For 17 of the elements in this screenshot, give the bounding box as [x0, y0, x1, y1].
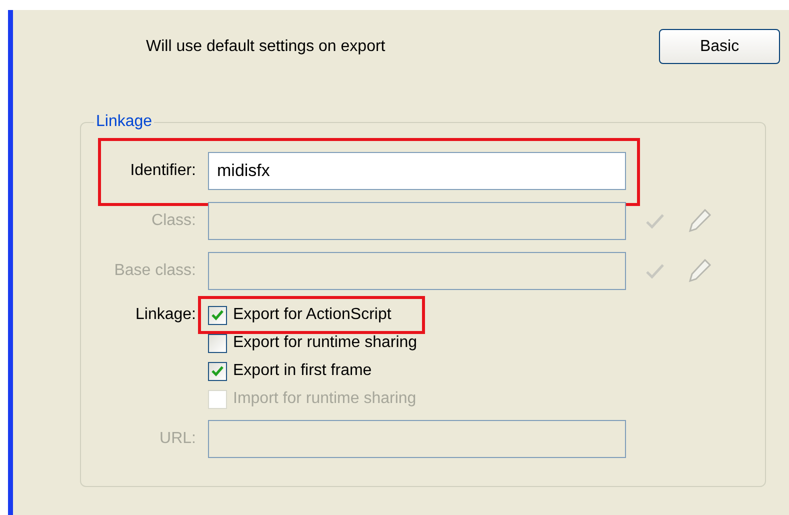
field-label: Base class:: [113, 261, 197, 281]
basic-button[interactable]: Basic: [659, 29, 780, 64]
status-message: Will use default settings on export: [146, 36, 386, 56]
checkbox-option[interactable]: Export for runtime sharing: [208, 329, 418, 357]
options-label: Linkage:: [134, 305, 197, 325]
field-label: URL:: [158, 429, 197, 449]
field-label: Class:: [150, 211, 197, 231]
checkbox[interactable]: [208, 362, 227, 380]
check-icon: [211, 309, 224, 321]
checkbox[interactable]: [208, 334, 227, 352]
checkbox-option[interactable]: Export in first frame: [208, 357, 372, 385]
text-field[interactable]: midisfx: [208, 152, 626, 190]
checkbox[interactable]: [208, 306, 227, 324]
check-icon: [211, 365, 224, 377]
group-title: Linkage: [95, 112, 154, 132]
checkbox-option[interactable]: Export for ActionScript: [208, 301, 392, 329]
field-label: Identifier:: [129, 161, 197, 181]
